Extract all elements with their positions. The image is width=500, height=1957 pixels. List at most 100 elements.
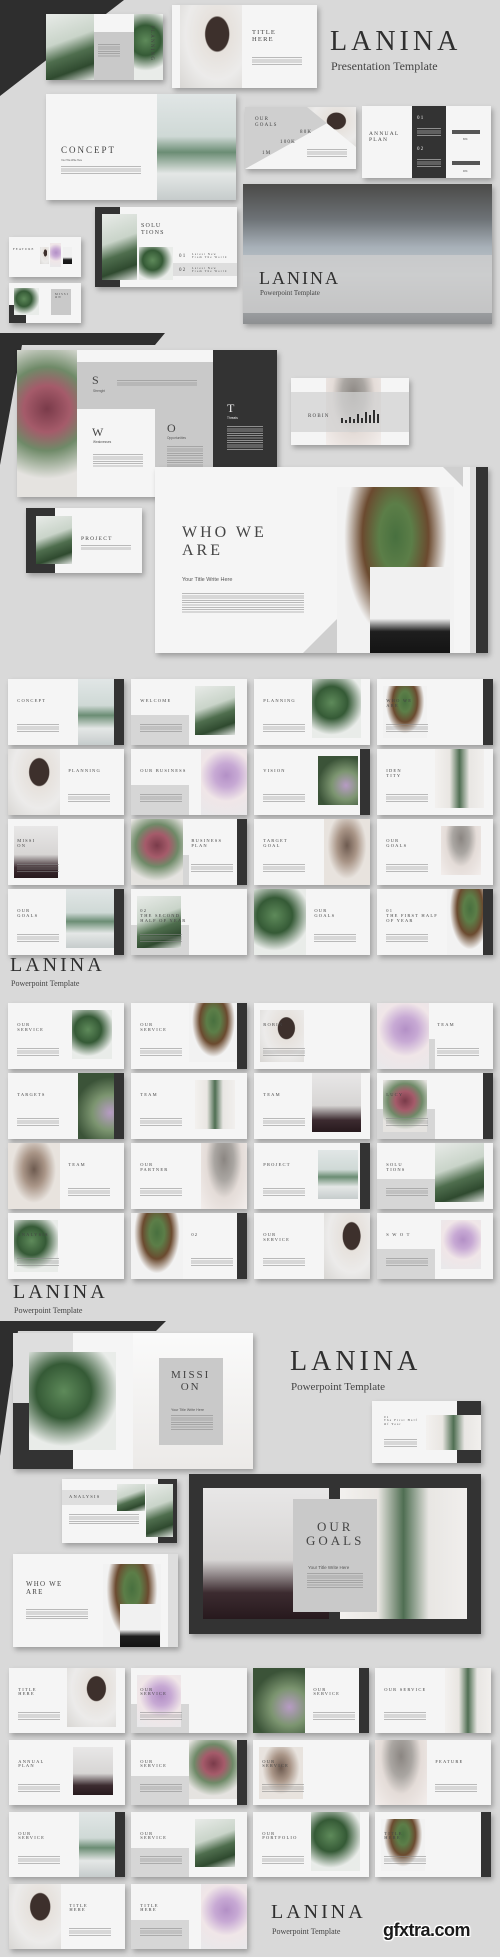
slide-dark-panel xyxy=(114,889,124,955)
chart-bar xyxy=(373,410,375,423)
slide-thumbnail[interactable]: TITLE HERE xyxy=(131,1884,247,1949)
plan-percent: 90% xyxy=(463,171,468,173)
slide-body-text xyxy=(17,1047,60,1056)
slide-title: MISSI ON xyxy=(17,837,36,848)
slide-analysis[interactable]: ANALYSIS xyxy=(62,1479,177,1543)
slide-dark-panel xyxy=(483,679,493,745)
slide-title: OUR GOALS xyxy=(17,907,39,918)
slide-body-text xyxy=(384,1856,427,1864)
band-dark-shape xyxy=(0,333,165,345)
slide-feature-small[interactable]: FEATURE xyxy=(9,237,81,277)
slide-mission-small[interactable]: MISSI ON xyxy=(9,283,81,323)
slide-title: OUR GOALS xyxy=(386,837,408,848)
slide-thumbnail[interactable]: CONCEPT xyxy=(8,679,124,745)
slide-subtitle: Your Title Write Here xyxy=(171,1408,204,1412)
slide-planning[interactable]: PLANNING xyxy=(46,14,163,80)
slide-thumbnail[interactable]: OUR SERVICE xyxy=(131,1812,247,1877)
slide-photo xyxy=(139,247,173,280)
slide-thumbnail[interactable]: MISSI ON xyxy=(8,819,124,885)
slide-thumbnail[interactable]: TARGET GOAL xyxy=(254,819,370,885)
phone-mockup xyxy=(50,243,61,267)
slide-thumbnail[interactable]: BUSINESS PLAN xyxy=(131,819,247,885)
slide-solutions[interactable]: SOLU TIONS 01 Latest New From The World … xyxy=(95,207,237,287)
slide-body-text xyxy=(263,1187,306,1196)
slide-thumbnail[interactable]: OUR BUSINESS xyxy=(131,749,247,815)
slide-our-goals[interactable]: OUR GOALS 1M 100K 80K xyxy=(245,107,356,169)
slide-dark-panel xyxy=(483,1073,493,1139)
slide-thumbnail[interactable]: OUR GOALS xyxy=(377,819,493,885)
slide-body-text xyxy=(307,149,347,157)
slide-thumbnail[interactable]: ANALYSIS xyxy=(8,1213,124,1279)
slide-brand-title: LANINA xyxy=(259,268,340,288)
slide-thumbnail[interactable]: OUR SERVICE xyxy=(375,1668,491,1733)
slide-mission[interactable]: MISSI ON Your Title Write Here xyxy=(13,1333,253,1469)
slide-thumbnail[interactable]: OUR SERVICE xyxy=(253,1740,369,1805)
slide-title: ROBIN xyxy=(263,1021,284,1027)
slide-thumbnail[interactable]: OUR PARTNER xyxy=(131,1143,247,1209)
slide-hero-lanina[interactable]: LANINA Powerpoint Template xyxy=(243,184,492,324)
slide-thumbnail[interactable]: OUR GOALS xyxy=(254,889,370,955)
slide-title-here[interactable]: TITLE HERE xyxy=(172,5,317,88)
slide-thumbnail[interactable]: TARGETS xyxy=(8,1073,124,1139)
slide-thumbnail[interactable]: OUR SERVICE xyxy=(9,1812,125,1877)
slide-body-text xyxy=(140,1117,183,1126)
plan-item-number: 01 xyxy=(417,116,425,121)
slide-thumbnail[interactable]: VISION xyxy=(254,749,370,815)
slide-concept[interactable]: CONCEPT Your Title Write Here xyxy=(46,94,236,200)
slide-thumbnail[interactable]: OUR GOALS xyxy=(8,889,124,955)
slide-title: IDEN TITY xyxy=(386,767,402,778)
slide-thumbnail[interactable]: PROJECT xyxy=(254,1143,370,1209)
slide-title: OUR GOALS xyxy=(314,907,336,918)
swot-letter: S xyxy=(92,373,100,387)
slide-thumbnail[interactable]: ANNUAL PLAN xyxy=(9,1740,125,1805)
slide-photo-body xyxy=(370,567,450,653)
slide-thumbnail[interactable]: LUCY xyxy=(377,1073,493,1139)
slide-thumbnail[interactable]: OUR SERVICE xyxy=(131,1740,247,1805)
slide-project[interactable]: PROJECT xyxy=(26,508,142,573)
slide-title: ANNUAL PLAN xyxy=(369,131,400,144)
slide-thumbnail[interactable]: TEAM xyxy=(377,1003,493,1069)
slide-body-text xyxy=(140,793,183,802)
slide-thumbnail[interactable]: WHO WE ARE xyxy=(377,679,493,745)
slide-body-text xyxy=(18,1712,61,1720)
slide-who-we-are[interactable]: WHO WE ARE Your Title Write Here xyxy=(155,467,488,653)
slide-thumbnail[interactable]: TITLE HERE xyxy=(9,1668,125,1733)
slide-first-half[interactable]: 01 The First Half Of Year xyxy=(372,1401,481,1463)
slide-thumbnail[interactable]: OUR PORTFOLIO xyxy=(253,1812,369,1877)
slide-title: WELCOME xyxy=(140,697,172,703)
slide-title: PLANNING xyxy=(149,26,154,62)
slide-photo xyxy=(71,1009,113,1060)
slide-thumbnail[interactable]: ROBIN xyxy=(254,1003,370,1069)
slide-thumbnail[interactable]: OUR SERVICE xyxy=(131,1003,247,1069)
slide-body-text xyxy=(307,1573,363,1589)
swot-letter: O xyxy=(167,421,177,435)
slide-dark-panel xyxy=(237,1213,247,1279)
slide-thumbnail[interactable]: PLANNING xyxy=(8,749,124,815)
slide-title: PLANNING xyxy=(263,697,296,703)
brand-tagline: Powerpoint Template xyxy=(14,1306,83,1315)
slide-thumbnail[interactable]: TITLE HERE xyxy=(375,1812,491,1877)
slide-thumbnail[interactable]: TITLE HERE xyxy=(9,1884,125,1949)
slide-thumbnail[interactable]: FEATURE xyxy=(375,1740,491,1805)
slide-thumbnail[interactable]: 02 The Second Half Of Year xyxy=(131,889,247,955)
slide-our-goals-big[interactable]: OUR GOALS Your Title Write Here xyxy=(189,1474,481,1634)
slide-thumbnail[interactable]: S W O T xyxy=(377,1213,493,1279)
slide-thumbnail[interactable]: 01 The First Half Of Year xyxy=(377,889,493,955)
slide-thumbnail[interactable]: 02 xyxy=(131,1213,247,1279)
slide-thumbnail[interactable]: PLANNING xyxy=(254,679,370,745)
slide-who-we-are-small[interactable]: WHO WE ARE xyxy=(13,1554,178,1647)
slide-annual-plan[interactable]: ANNUAL PLAN 01 02 80% 90% xyxy=(362,106,491,178)
slide-thumbnail[interactable]: OUR SERVICE xyxy=(253,1668,369,1733)
slide-thumbnail[interactable]: SOLU TIONS xyxy=(377,1143,493,1209)
slide-thumbnail[interactable]: WELCOME xyxy=(131,679,247,745)
slide-thumbnail[interactable]: TEAM xyxy=(254,1073,370,1139)
slide-body-text xyxy=(313,1712,356,1720)
slide-thumbnail[interactable]: OUR SERVICE xyxy=(131,1668,247,1733)
slide-thumbnail[interactable]: OUR SERVICE xyxy=(254,1213,370,1279)
slide-thumbnail[interactable]: TEAM xyxy=(131,1073,247,1139)
slide-thumbnail[interactable]: OUR SERVICE xyxy=(8,1003,124,1069)
band-dark-shape xyxy=(0,1321,166,1331)
slide-thumbnail[interactable]: TEAM xyxy=(8,1143,124,1209)
slide-robin[interactable]: ROBIN xyxy=(291,378,409,445)
slide-thumbnail[interactable]: IDEN TITY xyxy=(377,749,493,815)
